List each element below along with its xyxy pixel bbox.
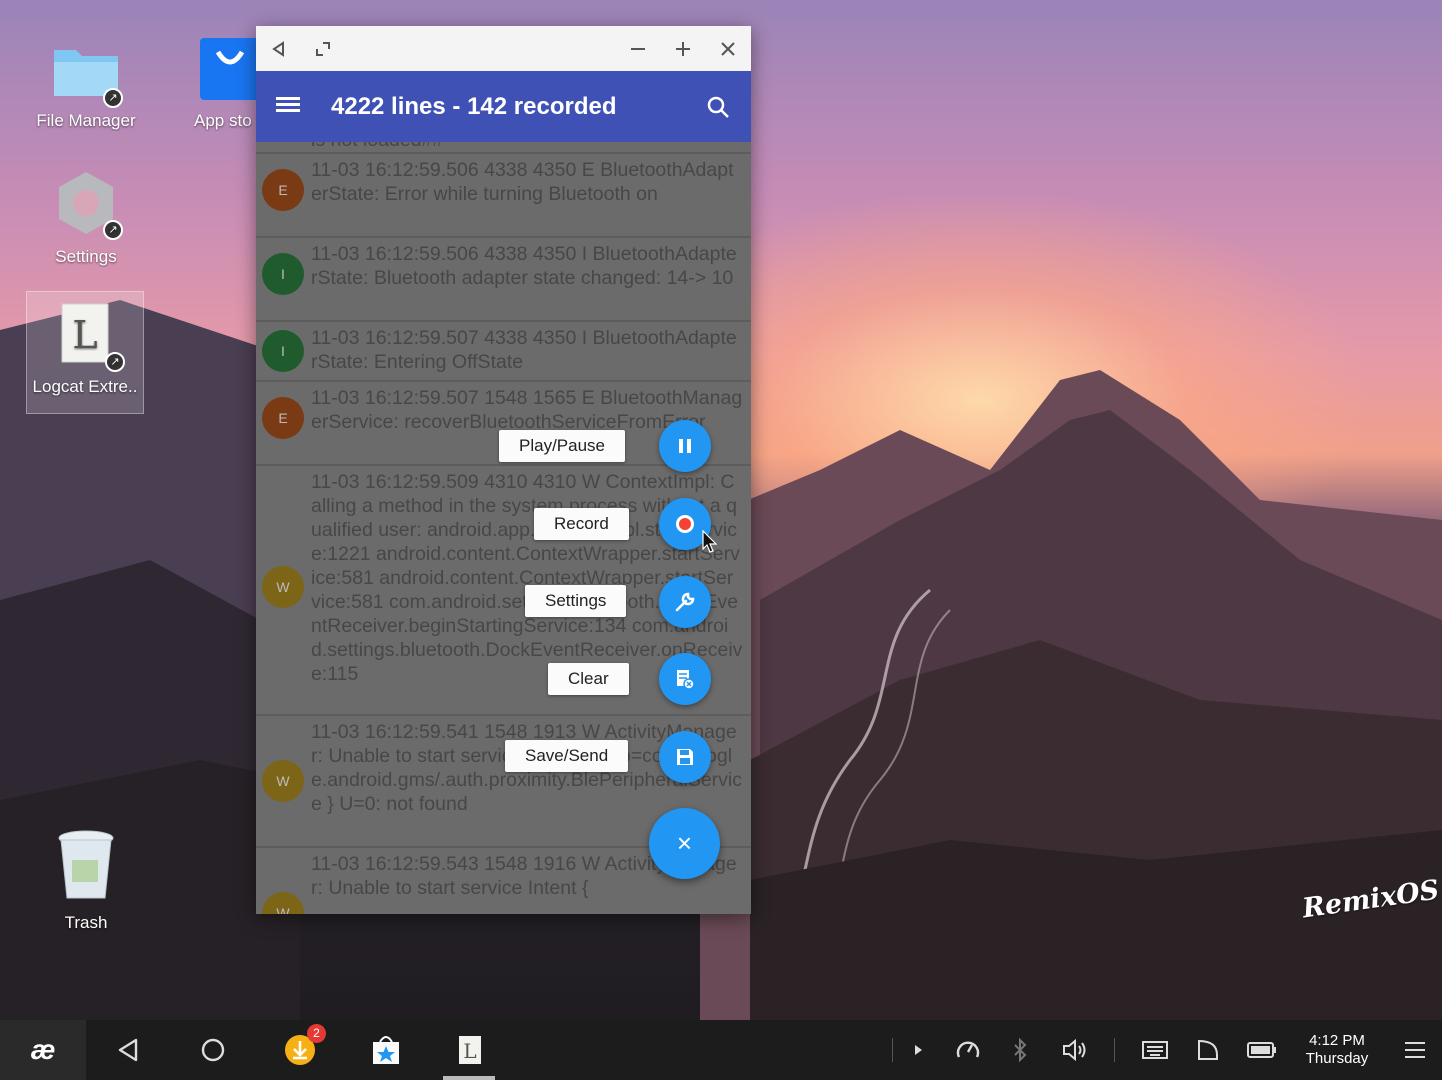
log-level-avatar: E (262, 397, 304, 439)
logcat-taskbar-icon: L (459, 1036, 481, 1064)
record-icon (676, 515, 694, 533)
maximize-icon[interactable] (668, 34, 698, 64)
cell-signal-icon[interactable] (1193, 1020, 1223, 1080)
app-title: 4222 lines - 142 recorded (331, 93, 617, 120)
remix-start-icon: æ (30, 1034, 56, 1065)
save-send-button[interactable] (659, 731, 711, 783)
clear-button[interactable] (659, 653, 711, 705)
list-item[interactable]: I 11-03 16:12:59.506 4338 4350 I Bluetoo… (256, 238, 751, 322)
trash-bin-icon (58, 830, 114, 899)
speedometer-icon[interactable] (953, 1020, 983, 1080)
play-pause-button[interactable] (659, 420, 711, 472)
svg-text:L: L (72, 313, 97, 357)
desktop-icon-settings[interactable]: ↗ Settings (27, 170, 145, 267)
clock-time: 4:12 PM (1309, 1032, 1365, 1049)
wrench-icon (675, 592, 695, 612)
play-pause-label[interactable]: Play/Pause (499, 430, 625, 462)
volume-icon[interactable] (1058, 1020, 1092, 1080)
back-arrow-icon[interactable] (264, 34, 294, 64)
notification-count-badge: 2 (307, 1024, 326, 1043)
app-toolbar: 4222 lines - 142 recorded (256, 71, 751, 142)
log-level-avatar: I (262, 253, 304, 295)
save-send-label[interactable]: Save/Send (505, 740, 629, 772)
shopping-bag-icon (373, 1036, 399, 1064)
log-level-avatar: W (262, 892, 304, 914)
desktop-icon-logcat-extreme[interactable]: L ↗ Logcat Extre.. (26, 291, 144, 414)
play-store-app-button[interactable] (366, 1020, 406, 1080)
search-icon[interactable] (706, 95, 730, 124)
system-clock[interactable]: 4:12 PM Thursday (1296, 1032, 1378, 1068)
log-level-avatar: W (262, 760, 304, 802)
resize-window-icon[interactable] (308, 34, 338, 64)
desktop-icon-trash[interactable]: Trash (27, 830, 145, 933)
clear-label[interactable]: Clear (548, 663, 629, 695)
logcat-app-icon: L (61, 303, 109, 363)
settings-button[interactable] (659, 576, 711, 628)
clock-day: Thursday (1305, 1050, 1369, 1067)
list-item[interactable]: E 11-03 16:12:59.506 4338 4350 E Bluetoo… (256, 154, 751, 238)
shortcut-arrow-icon: ↗ (103, 220, 123, 240)
floppy-disk-icon (677, 749, 693, 765)
battery-icon[interactable] (1244, 1020, 1280, 1080)
window-titlebar[interactable] (256, 26, 751, 71)
log-level-avatar: E (262, 169, 304, 211)
keyboard-icon[interactable] (1138, 1020, 1172, 1080)
svg-text:L: L (463, 1039, 476, 1063)
settings-label[interactable]: Settings (525, 585, 627, 617)
desktop-icon-label: Settings (55, 247, 117, 266)
desktop-icon-label: App sto (194, 111, 252, 130)
desktop-icon-app-store[interactable]: App sto (176, 38, 256, 131)
desktop-icon-label: File Manager (36, 111, 136, 130)
back-triangle-icon (118, 1038, 138, 1062)
log-text: is not loaded## (311, 142, 443, 151)
close-window-icon[interactable] (713, 34, 743, 64)
log-level-avatar: W (262, 566, 304, 608)
home-circle-icon (201, 1038, 225, 1062)
pause-icon (679, 439, 691, 453)
desktop-icon-label: Logcat Extre.. (32, 377, 138, 396)
start-menu-button[interactable]: æ (0, 1020, 86, 1080)
clear-log-icon (677, 670, 695, 690)
list-item[interactable]: I 11-03 16:12:59.507 4338 4350 I Bluetoo… (256, 322, 751, 382)
home-nav-button[interactable] (193, 1020, 233, 1080)
shortcut-arrow-icon: ↗ (103, 88, 123, 108)
active-app-indicator (443, 1076, 495, 1080)
tray-divider (1114, 1038, 1115, 1062)
tray-divider (892, 1038, 893, 1062)
log-text: 11-03 16:12:59.506 4338 4350 E Bluetooth… (311, 159, 734, 205)
list-item[interactable]: is not loaded## (256, 142, 751, 154)
close-fab-menu-button[interactable]: × (649, 808, 720, 879)
back-nav-button[interactable] (108, 1020, 148, 1080)
app-store-icon (200, 38, 256, 100)
hamburger-menu-icon[interactable] (276, 94, 306, 118)
desktop-icon-file-manager[interactable]: ↗ File Manager (27, 38, 145, 131)
record-label[interactable]: Record (534, 508, 629, 540)
mouse-cursor-icon (702, 530, 718, 553)
log-text: 11-03 16:12:59.507 4338 4350 I Bluetooth… (311, 327, 737, 373)
log-text: 11-03 16:12:59.506 4338 4350 I Bluetooth… (311, 243, 737, 289)
taskbar: æ L (0, 1020, 1442, 1080)
bluetooth-icon[interactable] (1005, 1020, 1035, 1080)
log-level-avatar: I (262, 330, 304, 372)
logcat-taskbar-button[interactable]: L (450, 1020, 490, 1080)
tray-expand-arrow-icon[interactable] (905, 1020, 931, 1080)
notification-menu-icon[interactable] (1398, 1020, 1432, 1080)
shortcut-arrow-icon: ↗ (105, 352, 125, 372)
desktop-icon-label: Trash (64, 913, 108, 932)
minimize-icon[interactable] (623, 34, 653, 64)
